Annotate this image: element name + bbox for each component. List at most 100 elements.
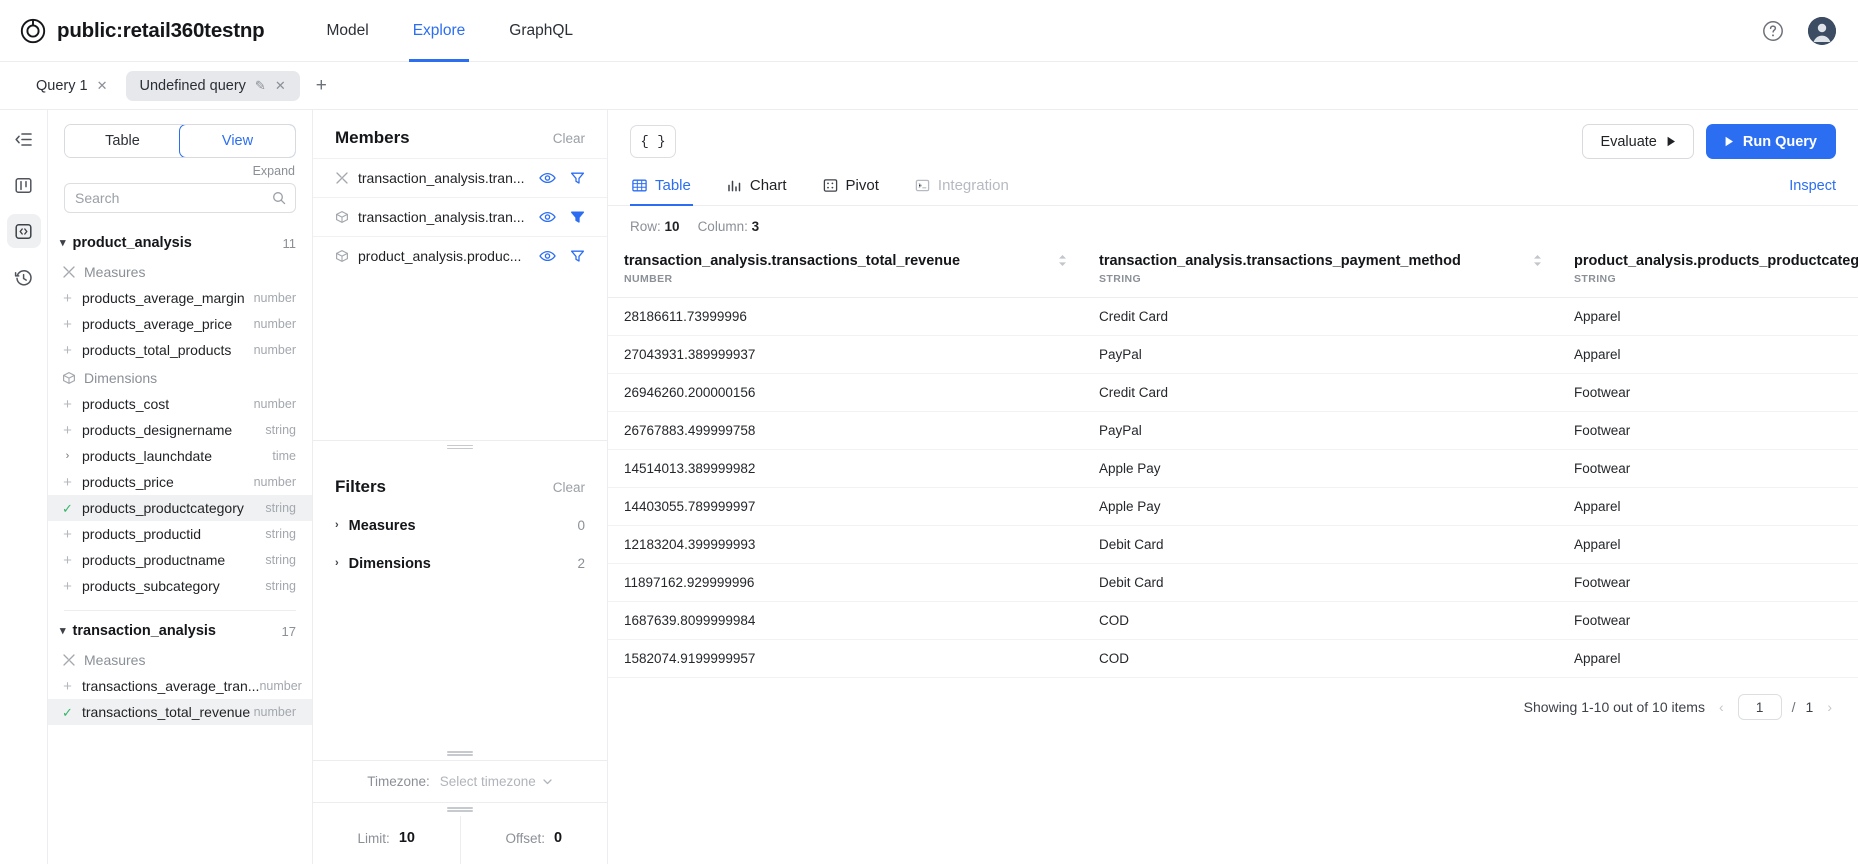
column-header-productcategory[interactable]: product_analysis.products_productcategor… <box>1558 246 1858 299</box>
json-view-button[interactable]: { } <box>630 125 676 158</box>
table-row[interactable]: 1687639.8099999984 COD Footwear <box>608 601 1858 641</box>
table-row[interactable]: 27043931.389999937 PayPal Apparel <box>608 335 1858 375</box>
add-query-tab-button[interactable]: + <box>304 74 339 97</box>
segment-table[interactable]: Table <box>65 125 180 157</box>
field-products-total-products[interactable]: + products_total_products number <box>48 337 312 363</box>
segment-view[interactable]: View <box>179 125 295 157</box>
kanban-board-icon[interactable] <box>7 168 41 202</box>
cube-header-product-analysis[interactable]: ▾ product_analysis 11 <box>48 229 312 257</box>
cell-category: Footwear <box>1558 449 1858 489</box>
filters-title: Filters <box>335 476 387 496</box>
cube-header-transaction-analysis[interactable]: ▾ transaction_analysis 17 <box>48 617 312 645</box>
help-circle-icon[interactable] <box>1760 18 1786 44</box>
table-row[interactable]: 14403055.789999997 Apple Pay Apparel <box>608 487 1858 527</box>
field-products-productid[interactable]: + products_productid string <box>48 521 312 547</box>
table-row[interactable]: 28186611.73999996 Credit Card Apparel <box>608 297 1858 337</box>
user-avatar-icon[interactable] <box>1808 16 1836 45</box>
fields-scroll-area[interactable]: ▾ product_analysis 11 Measures + product… <box>48 217 312 864</box>
member-label: product_analysis.produc... <box>358 248 522 264</box>
member-row[interactable]: product_analysis.produc... <box>313 236 607 275</box>
field-products-average-price[interactable]: + products_average_price number <box>48 311 312 337</box>
field-products-designername[interactable]: + products_designername string <box>48 417 312 443</box>
offset-control[interactable]: Offset: 0 <box>459 816 608 864</box>
member-row[interactable]: transaction_analysis.tran... <box>313 197 607 236</box>
top-bar: public:retail360testnp Model Explore Gra… <box>0 0 1858 62</box>
column-header-total-revenue[interactable]: transaction_analysis.transactions_total_… <box>608 246 1083 299</box>
filter-group-measures[interactable]: › Measures 0 <box>313 507 607 545</box>
field-transactions-average-tran[interactable]: + transactions_average_tran... number <box>48 673 312 699</box>
timezone-resize-handle[interactable] <box>313 747 607 760</box>
table-row[interactable]: 14514013.389999982 Apple Pay Footwear <box>608 449 1858 489</box>
close-icon[interactable]: ✕ <box>97 79 108 92</box>
field-transactions-total-revenue[interactable]: ✓ transactions_total_revenue number <box>48 699 312 725</box>
limit-resize-handle[interactable] <box>313 803 607 816</box>
eye-icon[interactable] <box>539 210 556 224</box>
filter-outline-icon[interactable] <box>570 249 585 264</box>
filter-outline-icon[interactable] <box>570 171 585 186</box>
members-resize-handle[interactable] <box>313 441 607 454</box>
filters-clear-button[interactable]: Clear <box>553 480 585 495</box>
edit-pencil-icon[interactable]: ✎ <box>255 79 266 92</box>
chevron-down-icon: ▾ <box>60 236 66 249</box>
field-products-launchdate[interactable]: › products_launchdate time <box>48 443 312 469</box>
table-row[interactable]: 12183204.399999993 Debit Card Apparel <box>608 525 1858 565</box>
brand[interactable]: public:retail360testnp <box>20 18 265 44</box>
field-label: products_productcategory <box>82 500 244 516</box>
timezone-select[interactable]: Select timezone <box>440 774 553 789</box>
collapse-panel-icon[interactable] <box>7 122 41 156</box>
tab-pivot[interactable]: Pivot <box>821 169 881 205</box>
limit-control[interactable]: Limit: 10 <box>313 816 460 864</box>
sort-arrows-icon[interactable] <box>1058 252 1067 267</box>
search-input[interactable] <box>64 183 296 213</box>
group-header-measures: Measures <box>48 257 312 285</box>
page-number-input[interactable]: 1 <box>1737 694 1782 721</box>
expand-button[interactable]: Expand <box>253 164 295 178</box>
field-products-productcategory[interactable]: ✓ products_productcategory string <box>48 495 312 521</box>
eye-icon[interactable] <box>539 171 556 185</box>
members-clear-button[interactable]: Clear <box>553 131 585 146</box>
eye-icon[interactable] <box>539 249 556 263</box>
prev-page-button[interactable]: ‹ <box>1715 699 1728 715</box>
column-header-payment-method[interactable]: transaction_analysis.transactions_paymen… <box>1083 246 1558 299</box>
member-row[interactable]: transaction_analysis.tran... <box>313 158 607 197</box>
close-icon[interactable]: ✕ <box>275 79 286 92</box>
query-tab-2[interactable]: Undefined query ✎ ✕ <box>125 70 300 101</box>
tab-chart[interactable]: Chart <box>725 169 789 205</box>
table-row[interactable]: 11897162.929999996 Debit Card Footwear <box>608 563 1858 603</box>
field-type: string <box>265 579 296 593</box>
field-products-productname[interactable]: + products_productname string <box>48 547 312 573</box>
tab-integration: Integration <box>913 169 1011 205</box>
field-products-price[interactable]: + products_price number <box>48 469 312 495</box>
body-region: Table View Expand ▾ <box>0 110 1858 864</box>
query-tab-1[interactable]: Query 1 ✕ <box>22 71 122 101</box>
measures-icon <box>62 265 76 279</box>
tab-label: Table <box>655 177 691 194</box>
offset-label: Offset: <box>505 830 545 846</box>
nav-item-graphql[interactable]: GraphQL <box>487 0 595 62</box>
history-clock-icon[interactable] <box>7 260 41 294</box>
sort-arrows-icon[interactable] <box>1533 252 1542 267</box>
primary-nav: Model Explore GraphQL <box>305 0 596 62</box>
field-products-average-margin[interactable]: + products_average_margin number <box>48 285 312 311</box>
evaluate-button[interactable]: Evaluate <box>1582 124 1694 159</box>
nav-item-model[interactable]: Model <box>305 0 391 62</box>
inspect-button[interactable]: Inspect <box>1789 178 1836 205</box>
table-row[interactable]: 26946260.200000156 Credit Card Footwear <box>608 373 1858 413</box>
field-type: time <box>272 449 296 463</box>
code-brackets-icon[interactable] <box>6 214 41 248</box>
field-products-cost[interactable]: + products_cost number <box>48 391 312 417</box>
cube-name: transaction_analysis <box>72 623 216 639</box>
filter-filled-icon[interactable] <box>570 210 585 225</box>
next-page-button[interactable]: › <box>1823 699 1836 715</box>
table-row[interactable]: 1582074.9199999957 COD Apparel <box>608 639 1858 679</box>
field-products-subcategory[interactable]: + products_subcategory string <box>48 573 312 599</box>
nav-item-explore[interactable]: Explore <box>391 0 488 62</box>
table-row[interactable]: 26767883.499999758 PayPal Footwear <box>608 411 1858 451</box>
pagination: Showing 1-10 out of 10 items ‹ 1 / 1 › <box>608 678 1858 736</box>
field-type: number <box>253 343 296 357</box>
filter-group-dimensions[interactable]: › Dimensions 2 <box>313 545 607 583</box>
run-query-button[interactable]: Run Query <box>1705 124 1836 159</box>
members-panel: Members Clear transaction_analysis.tran.… <box>313 110 608 864</box>
cell-revenue: 1687639.8099999984 <box>608 601 1083 641</box>
tab-table[interactable]: Table <box>630 169 693 206</box>
